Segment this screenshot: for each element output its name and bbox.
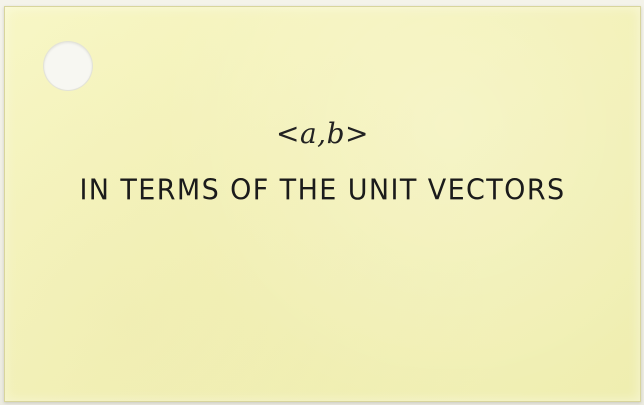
card-caption: IN TERMS OF THE UNIT VECTORS [79,174,566,207]
punch-hole-icon [43,41,93,91]
flashcard-scene: <a,b> IN TERMS OF THE UNIT VECTORS [0,0,644,405]
vector-notation: <a,b> [276,117,369,150]
flashcard: <a,b> IN TERMS OF THE UNIT VECTORS [4,6,641,402]
